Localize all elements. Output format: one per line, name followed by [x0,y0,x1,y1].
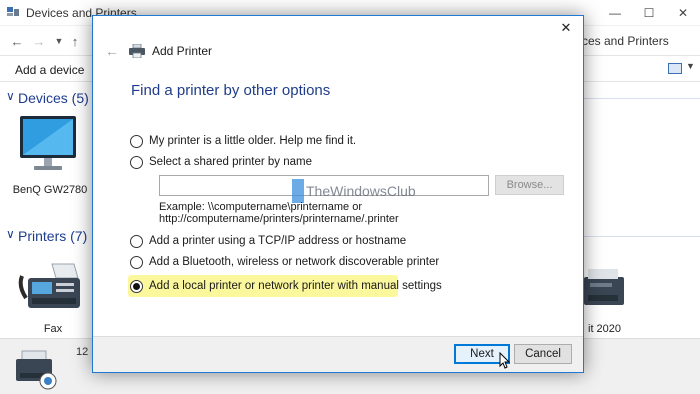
view-options-icon[interactable] [668,63,682,74]
devices-printers-icon [7,7,19,16]
add-printer-dialog: ✕ ← Add Printer Find a printer by other … [92,15,584,373]
maximize-icon[interactable]: ☐ [632,0,666,26]
up-arrow-icon[interactable]: ↑ [66,32,84,50]
watermark-text: TheWindowsClub [306,183,416,199]
printer-device-label: it 2020 [588,323,622,335]
fax-device-icon[interactable] [18,262,84,312]
radio-button[interactable] [130,155,143,169]
option-tcpip[interactable]: Add a printer using a TCP/IP address or … [130,232,406,250]
watermark-logo [292,179,304,203]
forward-arrow-icon[interactable]: → [30,32,48,50]
radio-button[interactable] [130,255,143,269]
close-window-icon[interactable]: ✕ [666,0,700,26]
page-heading: Find a printer by other options [131,82,331,99]
fax-device-label: Fax [43,323,63,335]
dialog-title: Add Printer [152,44,213,58]
printers-section-label: Printers (7) [18,228,88,244]
collapse-chevron-icon[interactable]: ∨ [6,227,15,241]
back-arrow-icon[interactable]: ← [8,32,26,50]
window-controls: — ☐ ✕ [598,0,700,26]
option-label: Add a local printer or network printer w… [149,280,442,292]
printer-device-icon[interactable] [584,265,624,309]
view-chevron-icon[interactable]: ▼ [686,61,695,71]
watermark: TheWindowsClub [292,179,416,203]
close-icon[interactable]: ✕ [551,16,581,40]
example-hint: Example: \\computername\printername or h… [159,201,399,225]
example-line-2: http://computername/printers/printername… [159,213,399,225]
option-local-manual[interactable]: Add a local printer or network printer w… [130,277,442,295]
option-shared-printer[interactable]: Select a shared printer by name [130,153,312,171]
radio-button[interactable] [130,134,143,148]
option-label: Select a shared printer by name [149,156,313,168]
add-device-button[interactable]: Add a device [15,63,84,77]
radio-button-selected[interactable] [130,279,143,293]
example-line-1: Example: \\computername\printername or [159,201,362,213]
minimize-icon[interactable]: — [598,0,632,26]
dialog-header: ← Add Printer [105,40,212,62]
devices-section-label: Devices (5) [18,90,89,106]
option-bluetooth-wireless[interactable]: Add a Bluetooth, wireless or network dis… [130,253,439,271]
cancel-button[interactable]: Cancel [514,344,572,364]
selected-printer-icon [16,350,57,390]
monitor-device-label: BenQ GW2780 [12,184,88,196]
collapse-chevron-icon[interactable]: ∨ [6,89,15,103]
option-label: Add a printer using a TCP/IP address or … [149,235,407,247]
browse-button[interactable]: Browse... [495,175,564,195]
item-count: 12 [76,346,89,358]
option-label: My printer is a little older. Help me fi… [149,135,357,147]
option-older-printer[interactable]: My printer is a little older. Help me fi… [130,132,356,150]
printer-icon [129,44,145,58]
radio-button[interactable] [130,234,143,248]
monitor-device-icon[interactable] [16,112,80,174]
back-arrow-icon[interactable]: ← [105,43,123,59]
option-label: Add a Bluetooth, wireless or network dis… [149,256,440,268]
mouse-cursor-icon [499,352,511,369]
address-bar[interactable]: ces and Printers [582,30,678,52]
